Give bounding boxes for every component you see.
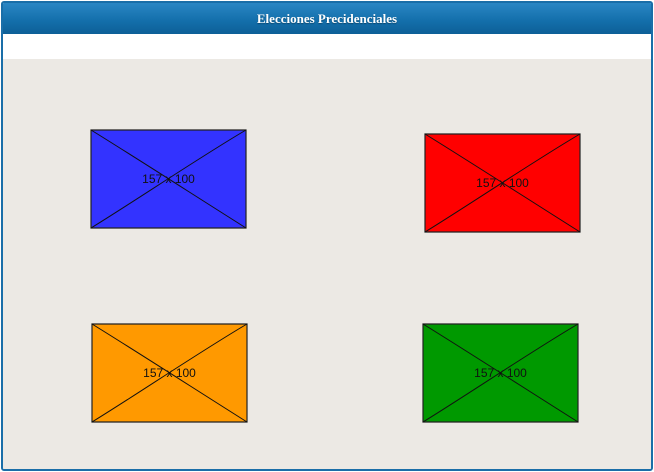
candidate-1-image-button[interactable]: 157 x 100 bbox=[90, 129, 247, 229]
candidate-4-size-label: 157 x 100 bbox=[474, 366, 527, 380]
candidate-3-size-label: 157 x 100 bbox=[143, 366, 196, 380]
candidate-panel: 157 x 100 157 x 100 157 x 100 157 x 100 bbox=[3, 59, 651, 469]
window-title: Elecciones Precidenciales bbox=[3, 3, 651, 34]
candidate-2-size-label: 157 x 100 bbox=[476, 176, 529, 190]
candidate-2-image-button[interactable]: 157 x 100 bbox=[424, 133, 581, 233]
candidate-3-image-button[interactable]: 157 x 100 bbox=[91, 323, 248, 423]
app-window: Elecciones Precidenciales 157 x 100 157 … bbox=[1, 1, 653, 471]
candidate-1-size-label: 157 x 100 bbox=[142, 172, 195, 186]
toolbar-strip bbox=[3, 34, 651, 59]
candidate-4-image-button[interactable]: 157 x 100 bbox=[422, 323, 579, 423]
